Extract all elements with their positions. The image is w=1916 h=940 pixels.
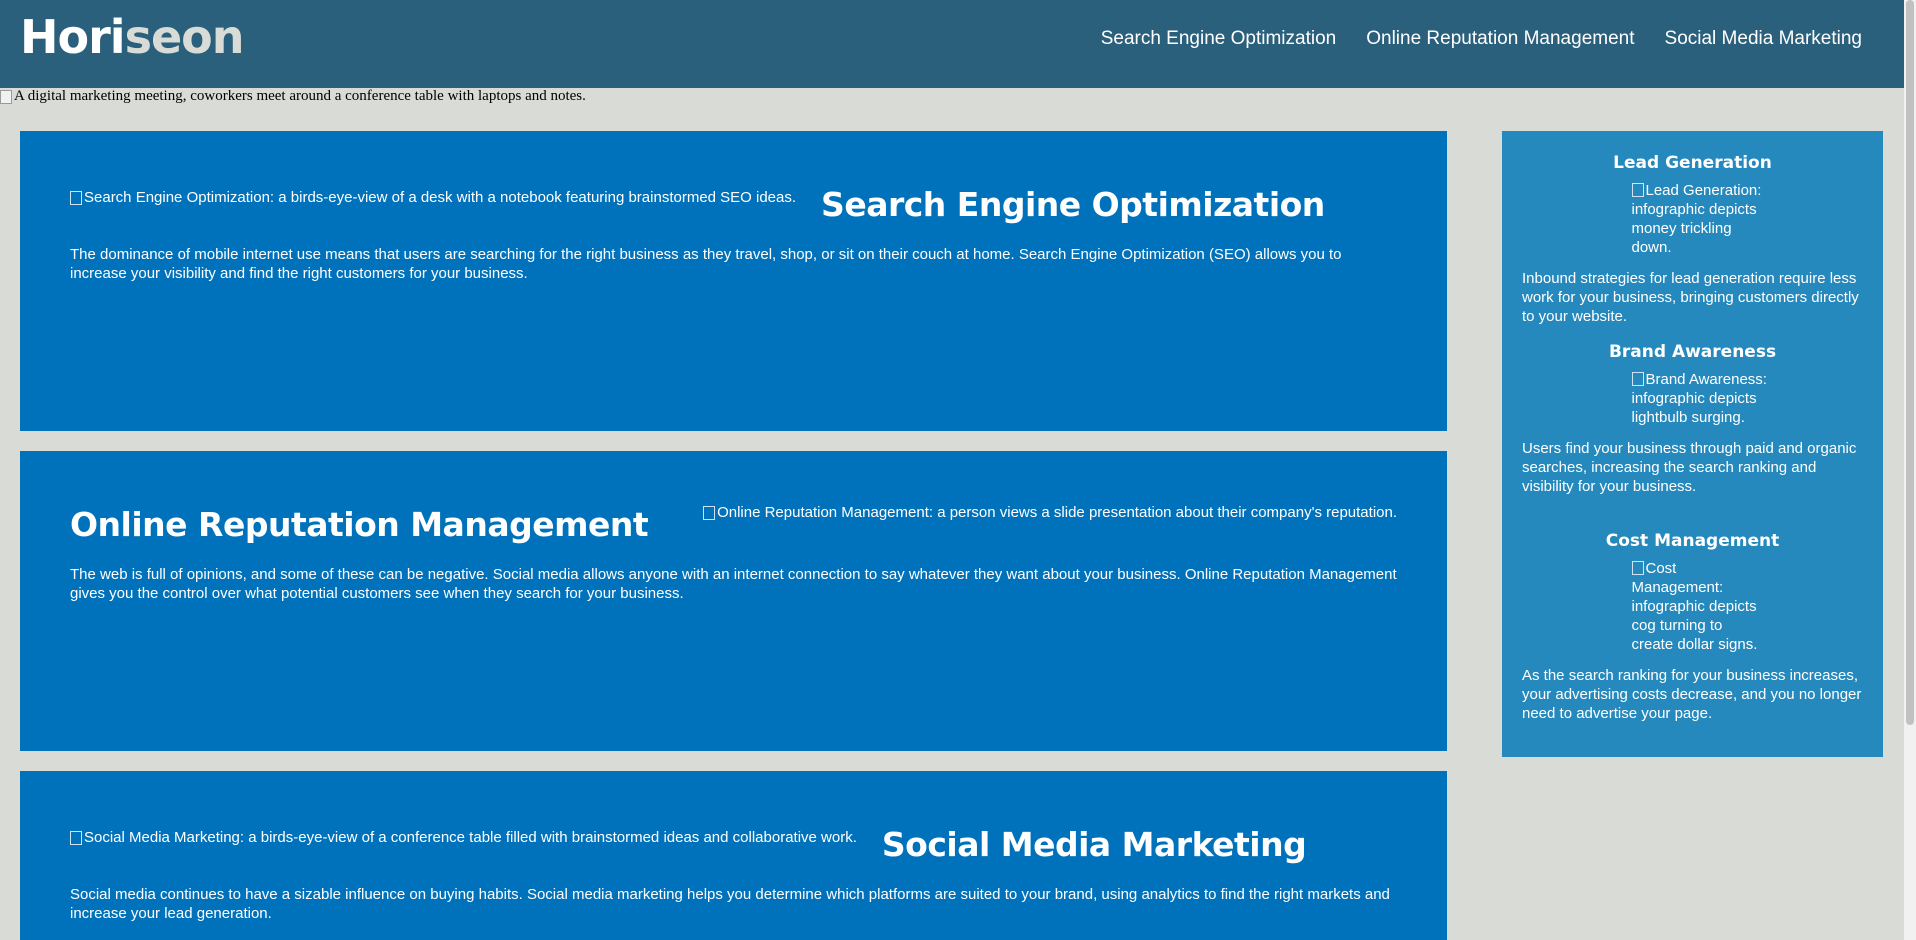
nav-link-reputation[interactable]: Online Reputation Management xyxy=(1366,28,1634,50)
site-header: Horiseon Search Engine Optimization Onli… xyxy=(0,0,1904,88)
section-social-media-image-alt: Social Media Marketing: a birds-eye-view… xyxy=(84,829,857,846)
section-reputation-text: The web is full of opinions, and some of… xyxy=(70,566,1397,602)
section-reputation-image-alt: Online Reputation Management: a person v… xyxy=(717,504,1397,521)
benefit-cost-management-title: Cost Management xyxy=(1605,531,1780,551)
section-reputation: Online Reputation Management Online Repu… xyxy=(20,451,1447,751)
benefit-cost-management-image: Cost Management: infographic depicts cog… xyxy=(1618,559,1768,654)
logo-text-hori: Hori xyxy=(20,10,126,64)
benefit-lead-generation-image-alt: Lead Generation: infographic depicts mon… xyxy=(1631,182,1762,256)
section-social-media-title: Social Media Marketing xyxy=(881,825,1307,864)
benefit-lead-generation-text: Inbound strategies for lead generation r… xyxy=(1522,270,1859,325)
section-social-media-header: Social Media Marketing: a birds-eye-view… xyxy=(70,811,1397,864)
benefit-brand-awareness: Brand Awareness Brand Awareness: infogra… xyxy=(1522,342,1863,496)
scrollbar-thumb[interactable] xyxy=(1906,0,1914,725)
benefit-brand-awareness-text: Users find your business through paid an… xyxy=(1522,440,1857,495)
section-social-media: Social Media Marketing: a birds-eye-view… xyxy=(20,771,1447,940)
hero-image: A digital marketing meeting, coworkers m… xyxy=(0,88,586,105)
broken-image-icon xyxy=(70,830,82,845)
benefit-cost-management: Cost Management Cost Management: infogra… xyxy=(1522,531,1863,723)
benefit-brand-awareness-image-alt: Brand Awareness: infographic depicts lig… xyxy=(1631,371,1767,426)
section-seo-text: The dominance of mobile internet use mea… xyxy=(70,246,1342,282)
main-nav: Search Engine Optimization Online Reputa… xyxy=(1101,28,1862,50)
nav-link-social-media[interactable]: Social Media Marketing xyxy=(1665,28,1862,50)
section-seo-title: Search Engine Optimization xyxy=(821,185,1325,224)
broken-image-icon xyxy=(0,89,12,104)
benefit-brand-awareness-image: Brand Awareness: infographic depicts lig… xyxy=(1618,370,1768,427)
section-seo-image-alt: Search Engine Optimization: a birds-eye-… xyxy=(84,189,797,206)
broken-image-icon xyxy=(70,190,82,205)
section-seo-image: Search Engine Optimization: a birds-eye-… xyxy=(70,189,796,206)
benefit-cost-management-image-alt: Cost Management: infographic depicts cog… xyxy=(1631,560,1758,653)
section-social-media-text: Social media continues to have a sizable… xyxy=(70,886,1390,922)
section-reputation-header: Online Reputation Management Online Repu… xyxy=(70,491,1397,544)
benefit-lead-generation-title: Lead Generation xyxy=(1613,153,1772,173)
broken-image-icon xyxy=(703,505,716,520)
page-scrollbar[interactable] xyxy=(1904,0,1916,940)
benefit-brand-awareness-title: Brand Awareness xyxy=(1608,342,1777,362)
nav-link-seo[interactable]: Search Engine Optimization xyxy=(1101,28,1337,50)
benefit-lead-generation-image: Lead Generation: infographic depicts mon… xyxy=(1618,181,1768,257)
broken-image-icon xyxy=(1631,561,1644,575)
section-seo-header: Search Engine Optimization: a birds-eye-… xyxy=(70,171,1397,224)
benefits-sidebar: Lead Generation Lead Generation: infogra… xyxy=(1502,131,1883,757)
section-reputation-title: Online Reputation Management xyxy=(70,505,649,544)
site-logo[interactable]: Horiseon xyxy=(20,10,244,64)
benefit-cost-management-text: As the search ranking for your business … xyxy=(1522,667,1862,722)
section-reputation-image: Online Reputation Management: a person v… xyxy=(703,504,1397,521)
logo-text-seon: seon xyxy=(124,10,245,64)
benefit-lead-generation: Lead Generation Lead Generation: infogra… xyxy=(1522,153,1863,326)
broken-image-icon xyxy=(1631,183,1644,197)
section-social-media-image: Social Media Marketing: a birds-eye-view… xyxy=(70,829,857,846)
section-seo: Search Engine Optimization: a birds-eye-… xyxy=(20,131,1447,431)
hero-image-alt: A digital marketing meeting, coworkers m… xyxy=(14,88,586,104)
broken-image-icon xyxy=(1631,372,1644,386)
